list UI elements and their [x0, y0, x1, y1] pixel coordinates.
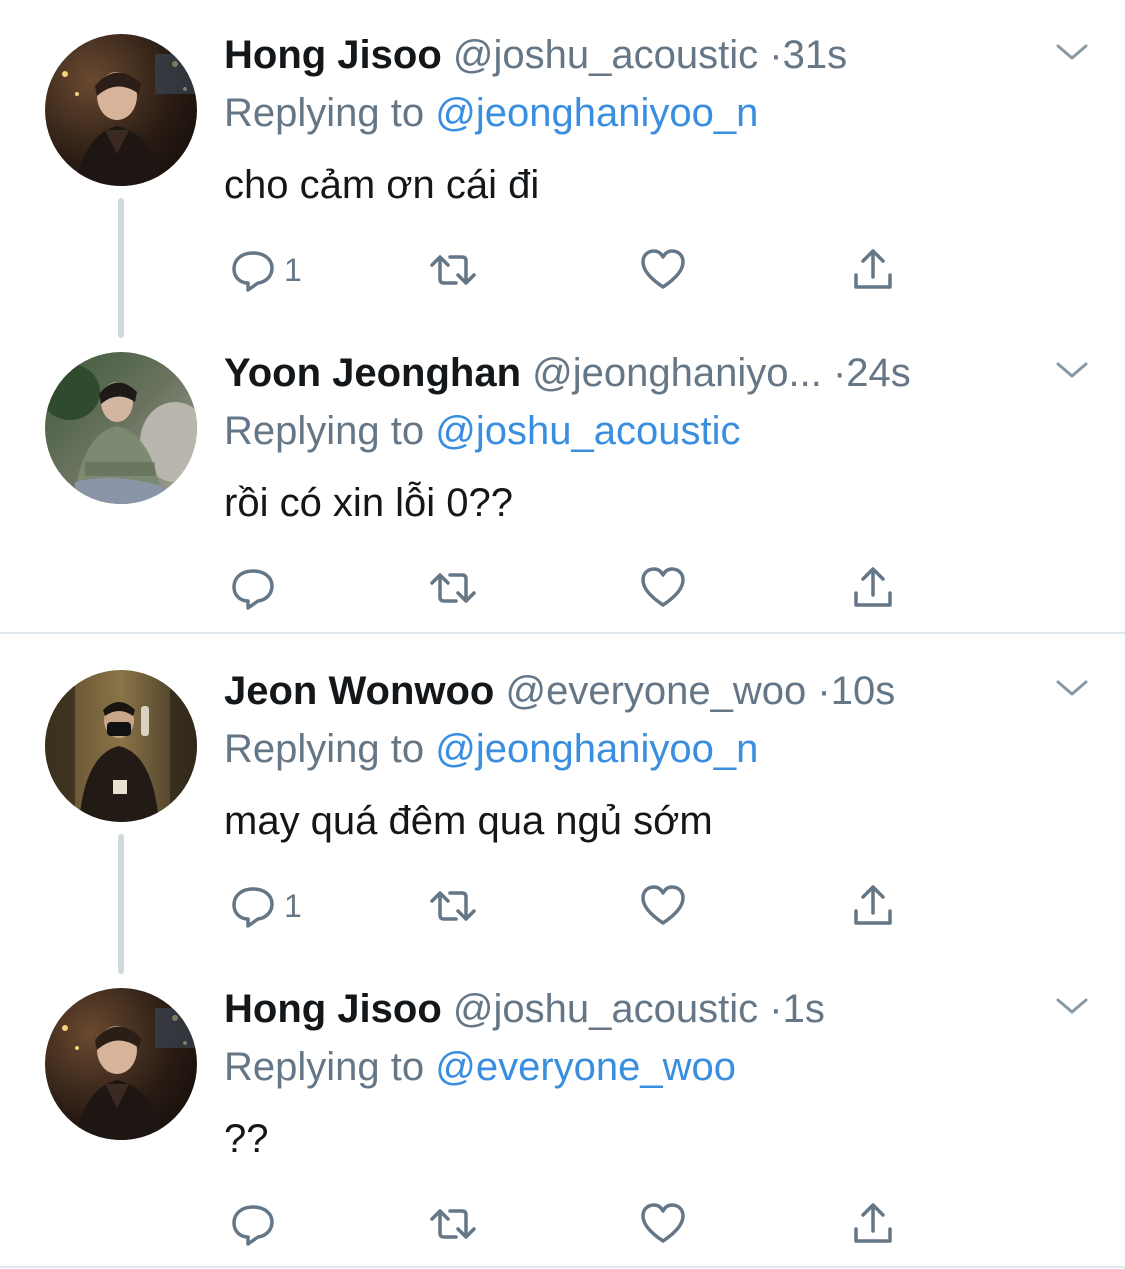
- timestamp[interactable]: 10s: [831, 669, 896, 713]
- separator-dot: ·: [769, 33, 783, 77]
- reply-timeline: Hong Jisoo @joshu_acoustic ·31s Replying…: [0, 0, 1125, 1269]
- reply-icon: [232, 569, 274, 610]
- display-name[interactable]: Hong Jisoo: [224, 33, 442, 77]
- like-button[interactable]: [638, 240, 688, 300]
- timestamp[interactable]: 1s: [783, 987, 825, 1031]
- separator-dot: ·: [832, 351, 847, 395]
- retweet-icon: [430, 1209, 476, 1239]
- retweet-icon: [430, 255, 476, 285]
- tweet-actions: 1: [224, 240, 924, 300]
- retweet-icon: [430, 573, 476, 603]
- display-name[interactable]: Yoon Jeonghan: [224, 351, 521, 395]
- share-button[interactable]: [848, 1194, 898, 1254]
- avatar-photo: [45, 988, 197, 1140]
- reply-button[interactable]: [228, 1194, 284, 1254]
- replying-to-label: Replying to: [224, 1045, 436, 1089]
- separator-dot: ·: [817, 669, 831, 713]
- reply-button[interactable]: 1: [228, 240, 302, 300]
- tweet-actions: 1: [224, 876, 924, 936]
- avatar[interactable]: [45, 988, 197, 1140]
- like-button[interactable]: [638, 876, 688, 936]
- like-icon: [641, 567, 685, 607]
- reply-count: 1: [284, 887, 302, 924]
- user-handle[interactable]: @jeonghaniyo...: [532, 351, 822, 395]
- chevron-down-icon[interactable]: [1054, 994, 1090, 1018]
- chevron-down-icon[interactable]: [1054, 358, 1090, 382]
- reply-icon: [232, 251, 274, 292]
- avatar-photo: [45, 352, 197, 504]
- share-button[interactable]: [848, 876, 898, 936]
- chevron-down-icon[interactable]: [1054, 676, 1090, 700]
- retweet-button[interactable]: [428, 1194, 478, 1254]
- share-button[interactable]: [848, 240, 898, 300]
- thread-divider: [0, 632, 1125, 634]
- user-handle[interactable]: @joshu_acoustic: [453, 987, 758, 1031]
- user-handle[interactable]: @joshu_acoustic: [453, 33, 758, 77]
- avatar-photo: [45, 670, 197, 822]
- share-icon: [854, 885, 892, 925]
- display-name[interactable]: Jeon Wonwoo: [224, 669, 494, 713]
- tweet[interactable]: Hong Jisoo @joshu_acoustic ·31s Replying…: [0, 32, 1125, 312]
- like-icon: [641, 885, 685, 925]
- mention-link[interactable]: @jeonghaniyoo_n: [435, 727, 758, 771]
- avatar[interactable]: [45, 670, 197, 822]
- bottom-divider: [0, 1266, 1125, 1268]
- share-icon: [854, 1203, 892, 1243]
- like-button[interactable]: [638, 558, 688, 618]
- like-button[interactable]: [638, 1194, 688, 1254]
- timestamp[interactable]: 24s: [846, 351, 911, 395]
- mention-link[interactable]: @jeonghaniyoo_n: [435, 91, 758, 135]
- reply-count: 1: [284, 251, 302, 288]
- avatar[interactable]: [45, 352, 197, 504]
- reply-icon: [232, 1205, 274, 1246]
- share-icon: [854, 249, 892, 289]
- tweet-text: ??: [224, 1117, 269, 1161]
- share-button[interactable]: [848, 558, 898, 618]
- retweet-button[interactable]: [428, 558, 478, 618]
- replying-to: Replying to @jeonghaniyoo_n: [224, 90, 758, 136]
- tweet-actions: [224, 1194, 924, 1254]
- retweet-button[interactable]: [428, 240, 478, 300]
- replying-to-label: Replying to: [224, 91, 436, 135]
- timestamp[interactable]: 31s: [783, 33, 848, 77]
- mention-link[interactable]: @joshu_acoustic: [435, 409, 740, 453]
- tweet-header: Yoon Jeonghan @jeonghaniyo... ·24s: [224, 350, 1065, 396]
- replying-to: Replying to @jeonghaniyoo_n: [224, 726, 758, 772]
- chevron-down-icon[interactable]: [1054, 40, 1090, 64]
- tweet-text: rồi có xin lỗi 0??: [224, 481, 514, 525]
- replying-to: Replying to @everyone_woo: [224, 1044, 736, 1090]
- reply-button[interactable]: 1: [228, 876, 302, 936]
- tweet[interactable]: Hong Jisoo @joshu_acoustic ·1s Replying …: [0, 986, 1125, 1256]
- like-icon: [641, 249, 685, 289]
- share-icon: [854, 567, 892, 607]
- retweet-icon: [430, 891, 476, 921]
- retweet-button[interactable]: [428, 876, 478, 936]
- tweet[interactable]: Jeon Wonwoo @everyone_woo ·10s Replying …: [0, 668, 1125, 948]
- replying-to: Replying to @joshu_acoustic: [224, 408, 740, 454]
- tweet-text: may quá đêm qua ngủ sớm: [224, 799, 713, 843]
- user-handle[interactable]: @everyone_woo: [505, 669, 806, 713]
- tweet-header: Jeon Wonwoo @everyone_woo ·10s: [224, 668, 1065, 714]
- tweet-text: cho cảm ơn cái đi: [224, 163, 540, 207]
- tweet-actions: [224, 558, 924, 618]
- reply-icon: [232, 887, 274, 928]
- tweet-header: Hong Jisoo @joshu_acoustic ·1s: [224, 986, 1065, 1032]
- mention-link[interactable]: @everyone_woo: [435, 1045, 736, 1089]
- like-icon: [641, 1203, 685, 1243]
- display-name[interactable]: Hong Jisoo: [224, 987, 442, 1031]
- tweet-header: Hong Jisoo @joshu_acoustic ·31s: [224, 32, 1065, 78]
- avatar[interactable]: [45, 34, 197, 186]
- tweet[interactable]: Yoon Jeonghan @jeonghaniyo... ·24s Reply…: [0, 350, 1125, 620]
- avatar-photo: [45, 34, 197, 186]
- reply-button[interactable]: [228, 558, 284, 618]
- replying-to-label: Replying to: [224, 409, 436, 453]
- separator-dot: ·: [769, 987, 783, 1031]
- replying-to-label: Replying to: [224, 727, 436, 771]
